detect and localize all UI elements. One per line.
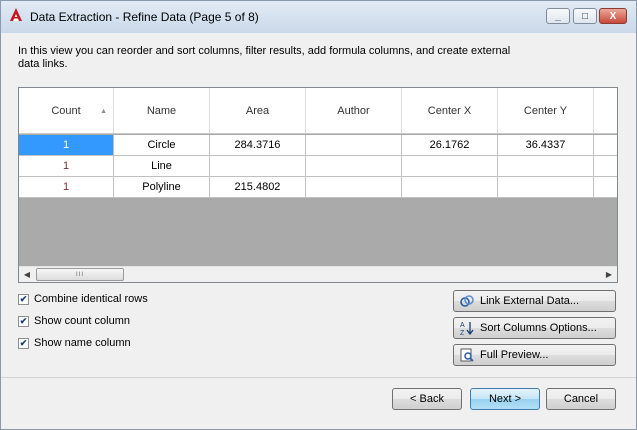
minimize-icon: _ <box>555 10 561 22</box>
button-label: Next > <box>488 393 522 405</box>
footer-separator <box>1 377 636 378</box>
autocad-app-icon <box>10 8 22 21</box>
header-separator <box>19 133 617 134</box>
table-row[interactable]: 1 Circle 284.3716 26.1762 36.4337 <box>19 135 617 156</box>
checkbox-label: Combine identical rows <box>34 293 148 305</box>
scroll-left-icon[interactable]: ◀ <box>19 267 35 282</box>
column-header-center-y[interactable]: Center Y <box>498 88 594 133</box>
button-label: Cancel <box>563 393 599 405</box>
cell-author[interactable] <box>306 135 402 156</box>
button-label: Link External Data... <box>480 295 580 307</box>
column-header-label: Author <box>337 104 370 117</box>
grid-body: Count ▲ Name Area Author Center X Center… <box>19 88 617 266</box>
cell-author[interactable] <box>306 177 402 198</box>
svg-text:Z: Z <box>460 330 465 336</box>
link-icon <box>458 293 476 309</box>
show-count-column-checkbox[interactable]: ✔ Show count column <box>18 314 130 328</box>
checkmark-icon[interactable]: ✔ <box>18 337 29 349</box>
minimize-button[interactable]: _ <box>546 8 570 24</box>
cell-c[interactable] <box>594 135 617 156</box>
data-grid[interactable]: Count ▲ Name Area Author Center X Center… <box>18 87 618 283</box>
column-header-area[interactable]: Area <box>210 88 306 133</box>
maximize-button[interactable]: □ <box>573 8 597 24</box>
maximize-icon: □ <box>581 10 589 22</box>
cell-author[interactable] <box>306 156 402 177</box>
cell-c[interactable] <box>594 156 617 177</box>
scroll-right-icon[interactable]: ▶ <box>601 267 617 282</box>
back-button[interactable]: < Back <box>392 388 462 410</box>
close-button[interactable]: X <box>599 8 627 24</box>
svg-text:A: A <box>460 322 465 329</box>
cell-name[interactable]: Circle <box>114 135 210 156</box>
preview-icon <box>458 347 476 363</box>
horizontal-scrollbar[interactable]: ◀ III ▶ <box>19 266 617 282</box>
close-icon: X <box>609 10 617 22</box>
cell-name[interactable]: Polyline <box>114 177 210 198</box>
column-header-author[interactable]: Author <box>306 88 402 133</box>
grid-rows: 1 Circle 284.3716 26.1762 36.4337 1 Line <box>19 135 617 198</box>
cell-count[interactable]: 1 <box>19 135 114 156</box>
full-preview-button[interactable]: Full Preview... <box>453 344 616 366</box>
cell-count[interactable]: 1 <box>19 177 114 198</box>
column-header-center-x[interactable]: Center X <box>402 88 498 133</box>
checkbox-label: Show count column <box>34 315 130 327</box>
checkmark-icon[interactable]: ✔ <box>18 315 29 327</box>
window-title: Data Extraction - Refine Data (Page 5 of… <box>30 10 259 24</box>
cell-c[interactable] <box>594 177 617 198</box>
column-header-label: Count <box>51 104 81 117</box>
cell-name[interactable]: Line <box>114 156 210 177</box>
cell-area[interactable]: 215.4802 <box>210 177 306 198</box>
intro-text: In this view you can reorder and sort co… <box>18 45 511 70</box>
cell-area[interactable]: 284.3716 <box>210 135 306 156</box>
button-label: Full Preview... <box>480 349 549 361</box>
link-external-data-button[interactable]: Link External Data... <box>453 290 616 312</box>
scroll-thumb[interactable]: III <box>36 268 124 281</box>
dialog-window: Data Extraction - Refine Data (Page 5 of… <box>0 0 637 430</box>
cell-center-y[interactable] <box>498 156 594 177</box>
cancel-button[interactable]: Cancel <box>546 388 616 410</box>
button-label: Sort Columns Options... <box>480 322 597 334</box>
column-header-label: Center X <box>427 104 472 117</box>
cell-center-x[interactable]: 26.1762 <box>402 135 498 156</box>
cell-center-x[interactable] <box>402 156 498 177</box>
sort-ascending-icon: ▲ <box>100 108 107 115</box>
button-label: < Back <box>410 393 444 405</box>
column-header-label: Name <box>146 104 177 117</box>
column-header-name[interactable]: Name <box>114 88 210 133</box>
cell-count[interactable]: 1 <box>19 156 114 177</box>
checkbox-label: Show name column <box>34 337 131 349</box>
column-header-c[interactable]: C <box>594 88 617 133</box>
cell-center-y[interactable] <box>498 177 594 198</box>
column-header-count[interactable]: Count ▲ <box>19 88 114 133</box>
next-button[interactable]: Next > <box>470 388 540 410</box>
cell-center-y[interactable]: 36.4337 <box>498 135 594 156</box>
checkmark-icon[interactable]: ✔ <box>18 293 29 305</box>
sort-columns-options-button[interactable]: AZ Sort Columns Options... <box>453 317 616 339</box>
cell-area[interactable] <box>210 156 306 177</box>
combine-identical-rows-checkbox[interactable]: ✔ Combine identical rows <box>18 292 148 306</box>
table-row[interactable]: 1 Line <box>19 156 617 177</box>
column-header-label: Center Y <box>523 104 568 117</box>
sort-az-icon: AZ <box>458 320 476 336</box>
table-row[interactable]: 1 Polyline 215.4802 <box>19 177 617 198</box>
title-bar: Data Extraction - Refine Data (Page 5 of… <box>1 1 636 33</box>
column-header-label: Area <box>245 104 270 117</box>
grid-header-row: Count ▲ Name Area Author Center X Center… <box>19 88 617 133</box>
cell-center-x[interactable] <box>402 177 498 198</box>
show-name-column-checkbox[interactable]: ✔ Show name column <box>18 336 131 350</box>
